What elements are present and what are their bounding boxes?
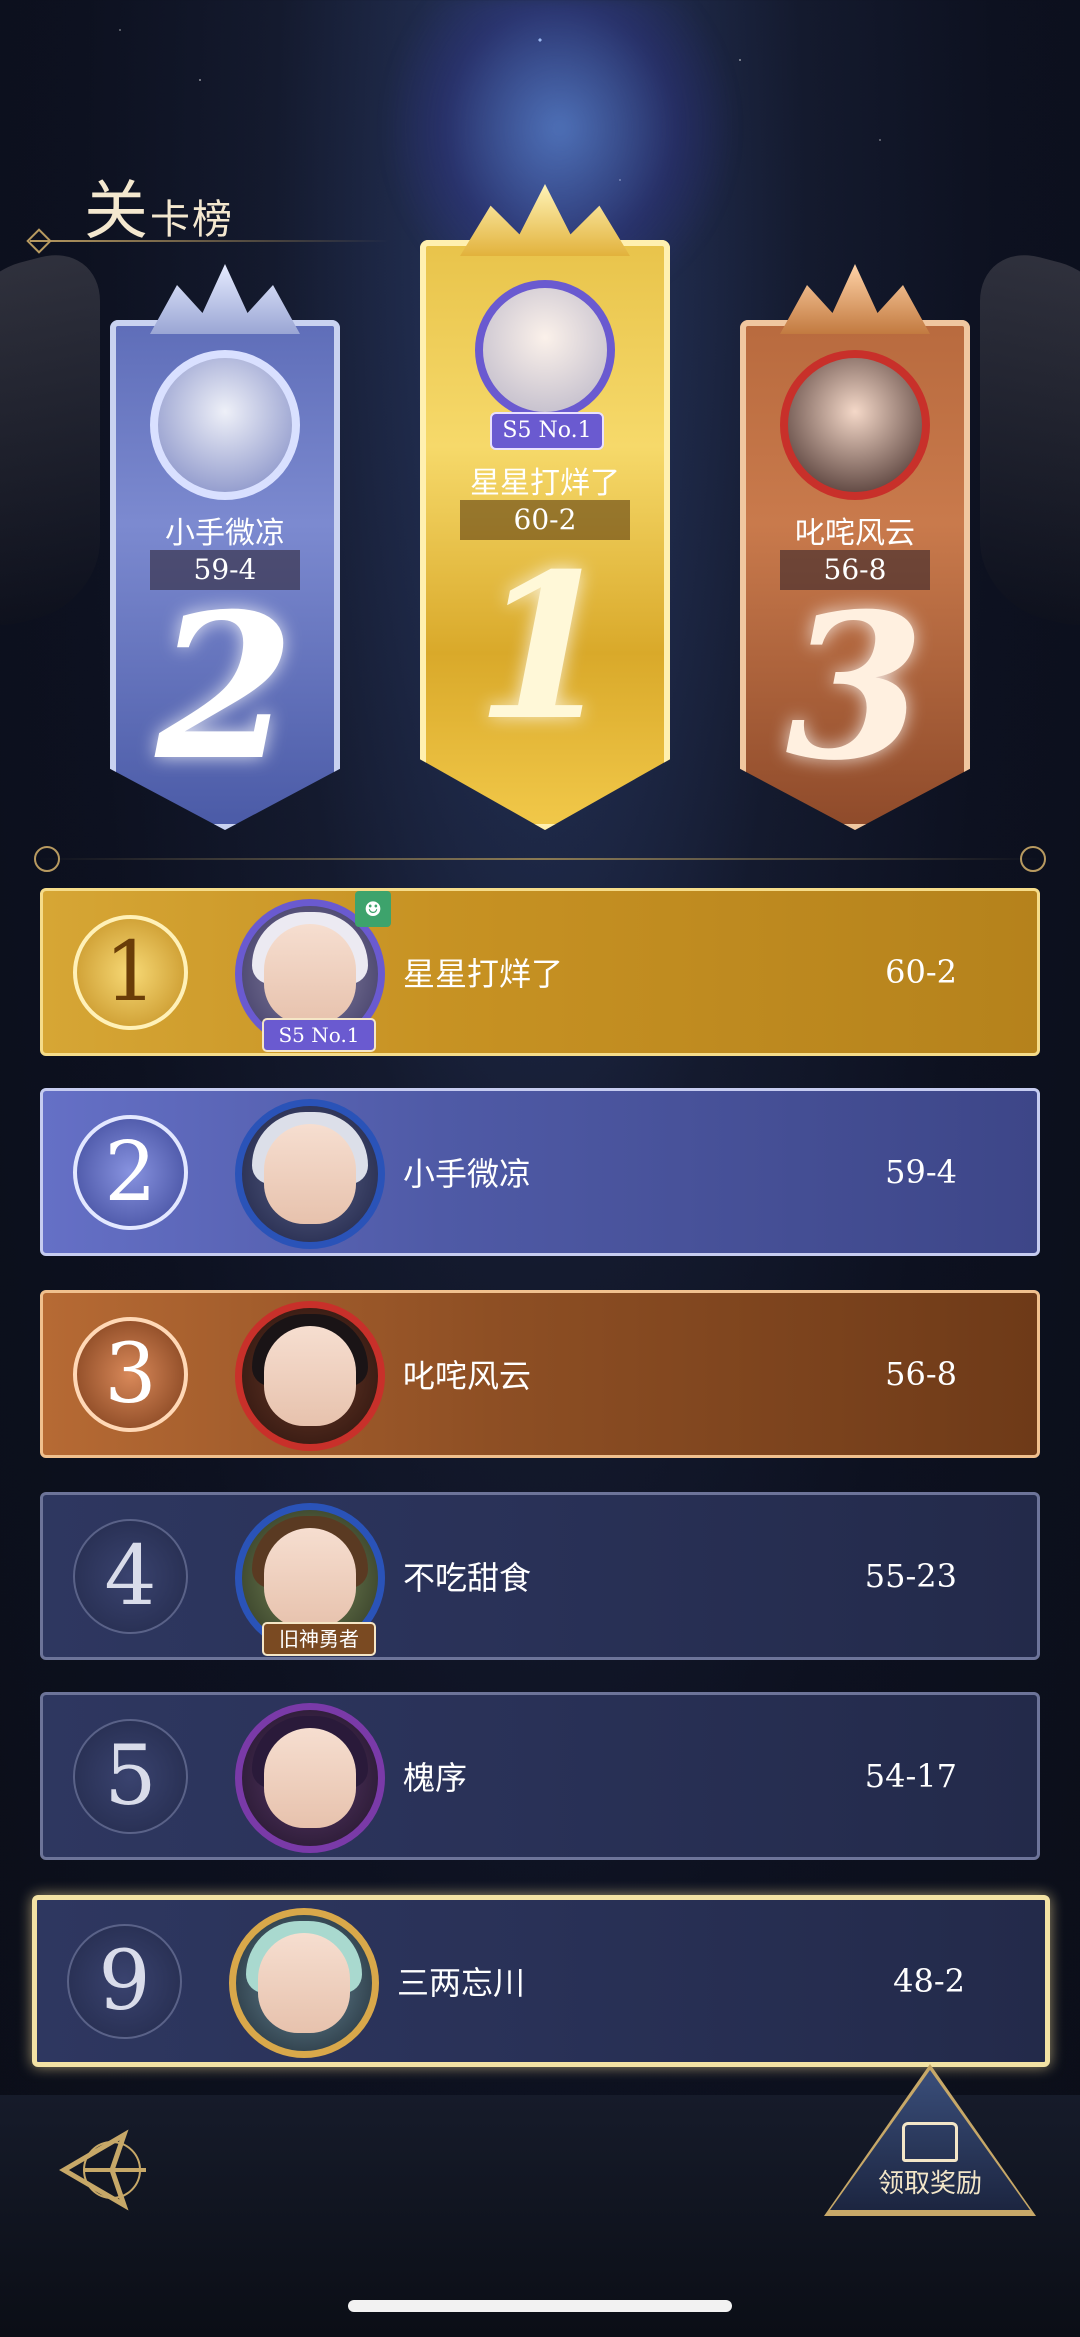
player-name: 三两忘川	[397, 1964, 526, 2002]
player-avatar[interactable]	[235, 1703, 385, 1853]
right-wing-decoration	[980, 241, 1080, 639]
player-avatar[interactable]	[235, 1099, 385, 1249]
podium-third-avatar	[780, 350, 930, 500]
player-score: 55-23	[864, 1557, 957, 1595]
treasure-chest-icon	[902, 2122, 958, 2162]
player-score: 56-8	[885, 1355, 957, 1393]
podium-third-crest	[780, 264, 930, 334]
player-name: 不吃甜食	[403, 1559, 532, 1597]
left-wing-decoration	[0, 241, 100, 639]
divider-ornament-right	[1020, 846, 1046, 872]
friend-icon: ☻	[355, 891, 391, 927]
reward-button-label: 领取奖励	[877, 2169, 982, 2199]
podium-second-crest	[150, 264, 300, 334]
rank-row-self[interactable]: 9 三两忘川 48-2	[32, 1895, 1050, 2067]
rank-badge: 5	[73, 1719, 188, 1834]
podium-third[interactable]: 叱咤风云 56-8 3	[740, 320, 970, 830]
claim-reward-button[interactable]: 领取奖励	[824, 2064, 1036, 2216]
rank-badge: 9	[67, 1924, 182, 2039]
page-title-small: 卡榜	[150, 197, 234, 243]
rank-row-5[interactable]: 5 槐序 54-17	[40, 1692, 1040, 1860]
player-score: 60-2	[885, 953, 957, 991]
avatar-title-label: S5 No.1	[262, 1018, 376, 1052]
rank-badge: 3	[73, 1317, 188, 1432]
podium-first-name: 星星打烊了	[470, 466, 620, 501]
back-button[interactable]	[54, 2120, 154, 2220]
podium-second[interactable]: 小手微凉 59-4 2	[110, 320, 340, 830]
player-name: 星星打烊了	[403, 955, 564, 993]
player-score: 54-17	[864, 1757, 957, 1795]
player-score: 48-2	[893, 1962, 965, 2000]
podium-second-rank: 2	[155, 570, 295, 805]
rank-row-1[interactable]: 1 S5 No.1 ☻ 星星打烊了 60-2	[40, 888, 1040, 1056]
player-avatar[interactable]: 旧神勇者	[235, 1503, 385, 1656]
podium-second-name: 小手微凉	[165, 516, 285, 551]
rank-badge: 1	[73, 915, 188, 1030]
rank-badge: 4	[73, 1519, 188, 1634]
avatar-title-label: 旧神勇者	[262, 1622, 376, 1656]
page-title: 关卡榜	[84, 160, 234, 252]
player-name: 小手微凉	[403, 1155, 532, 1193]
player-score: 59-4	[885, 1153, 957, 1191]
rank-row-3[interactable]: 3 叱咤风云 56-8	[40, 1290, 1040, 1458]
title-underline	[30, 240, 390, 242]
podium-first-rank: 1	[475, 530, 615, 765]
podium-third-rank: 3	[785, 570, 925, 805]
page-title-big: 关	[84, 175, 150, 249]
player-avatar[interactable]	[235, 1301, 385, 1451]
rank-badge: 2	[73, 1115, 188, 1230]
back-arrow-icon	[59, 2129, 146, 2211]
section-divider	[40, 858, 1040, 860]
rank-row-2[interactable]: 2 小手微凉 59-4	[40, 1088, 1040, 1256]
podium-first-badge-label: S5 No.1	[490, 412, 604, 450]
podium-first[interactable]: S5 No.1 星星打烊了 60-2 1	[420, 240, 670, 830]
player-avatar[interactable]	[229, 1908, 379, 2058]
rank-row-4[interactable]: 4 旧神勇者 不吃甜食 55-23	[40, 1492, 1040, 1660]
player-name: 槐序	[403, 1759, 468, 1797]
player-name: 叱咤风云	[403, 1357, 532, 1395]
home-indicator[interactable]	[348, 2300, 732, 2312]
podium-third-name: 叱咤风云	[795, 516, 915, 551]
podium-first-avatar	[475, 280, 615, 420]
podium-second-avatar	[150, 350, 300, 500]
